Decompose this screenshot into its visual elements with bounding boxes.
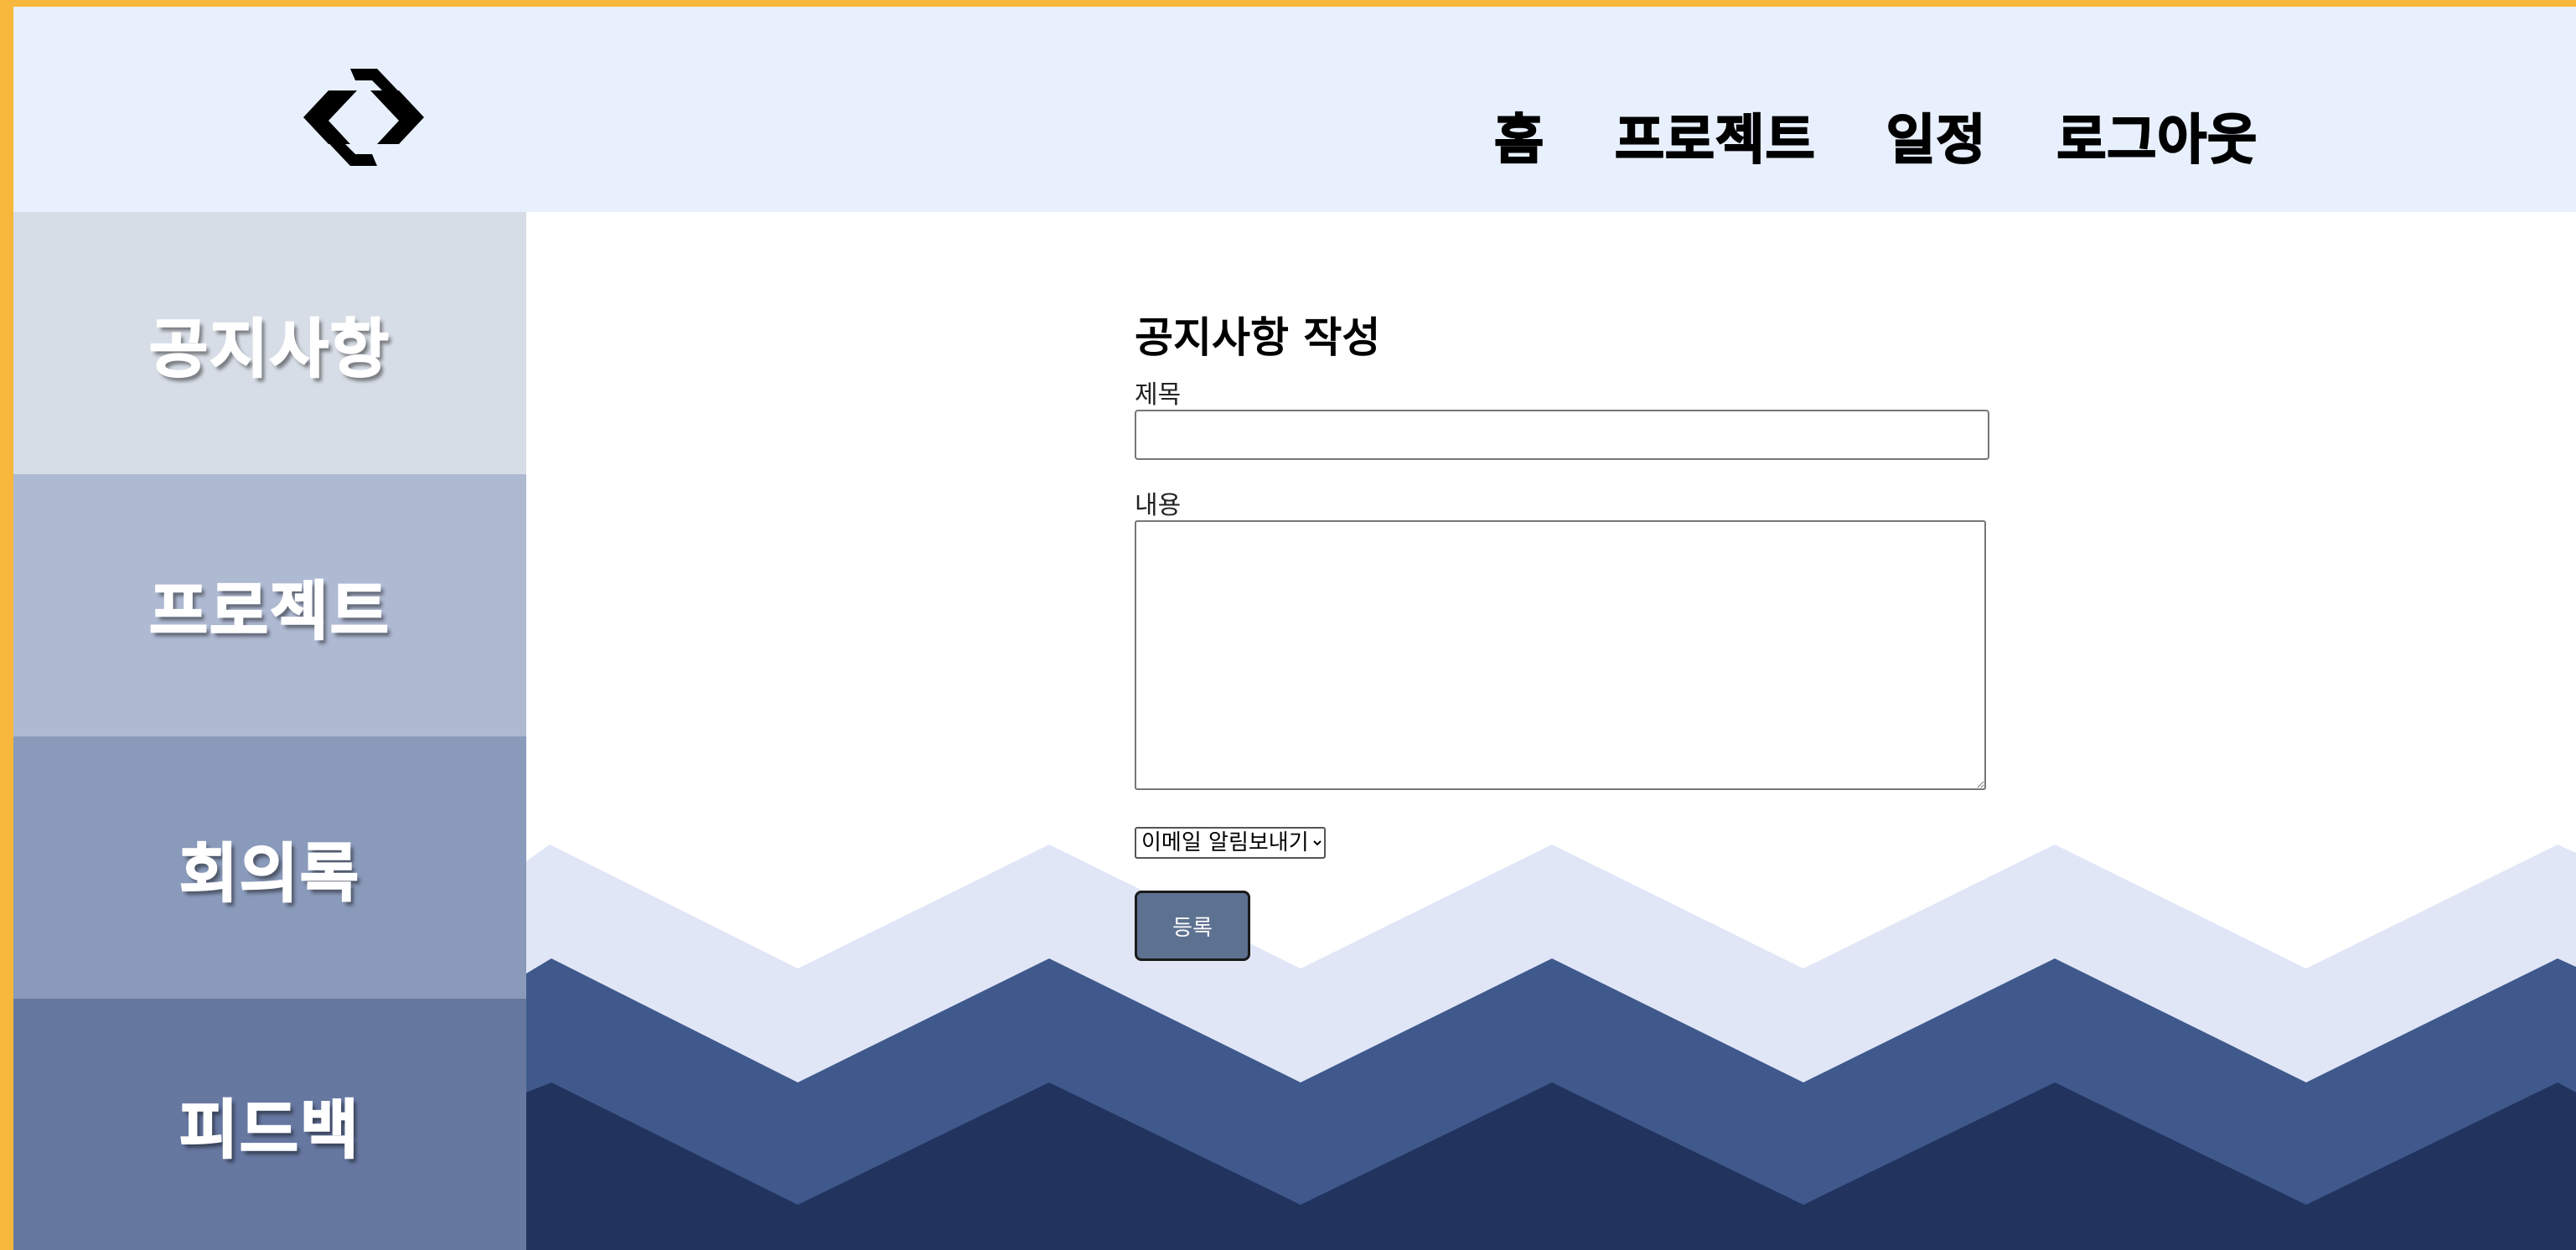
sidebar-item-minutes[interactable]: 회의록 <box>13 736 526 999</box>
top-nav-schedule[interactable]: 일정 <box>1885 97 1987 174</box>
email-notify-select[interactable]: 이메일 알림보내기 <box>1135 827 1326 859</box>
content-textarea[interactable] <box>1135 520 1986 790</box>
sidebar-item-projects[interactable]: 프로젝트 <box>13 474 526 736</box>
title-label: 제목 <box>1135 380 1182 410</box>
top-nav: 홈 프로젝트 일정 로그아웃 <box>1493 97 2258 174</box>
submit-button[interactable]: 등록 <box>1135 891 1250 961</box>
diamond-link-logo-icon[interactable] <box>292 65 436 169</box>
page-title: 공지사항 작성 <box>1135 312 1381 362</box>
notice-form: 공지사항 작성 제목 내용 이메일 알림보내기 등록 <box>1135 312 2006 961</box>
sidebar-item-label: 회의록 <box>178 835 360 912</box>
sidebar-item-feedback[interactable]: 피드백 <box>13 999 526 1250</box>
content-label: 내용 <box>1135 491 1182 520</box>
header: 홈 프로젝트 일정 로그아웃 <box>13 7 2576 212</box>
top-nav-home[interactable]: 홈 <box>1493 97 1544 174</box>
sidebar-item-label: 공지사항 <box>148 311 391 387</box>
top-nav-projects[interactable]: 프로젝트 <box>1614 97 1816 174</box>
sidebar: 공지사항 프로젝트 회의록 피드백 <box>13 212 526 1250</box>
sidebar-item-notices[interactable]: 공지사항 <box>13 212 526 474</box>
sidebar-item-label: 프로젝트 <box>148 573 391 649</box>
app-frame: 홈 프로젝트 일정 로그아웃 공지사항 프로젝트 회의록 피드백 공지사항 작성… <box>13 7 2576 1250</box>
title-input[interactable] <box>1135 410 1989 460</box>
sidebar-item-label: 피드백 <box>178 1092 360 1168</box>
top-nav-logout[interactable]: 로그아웃 <box>2056 97 2258 174</box>
